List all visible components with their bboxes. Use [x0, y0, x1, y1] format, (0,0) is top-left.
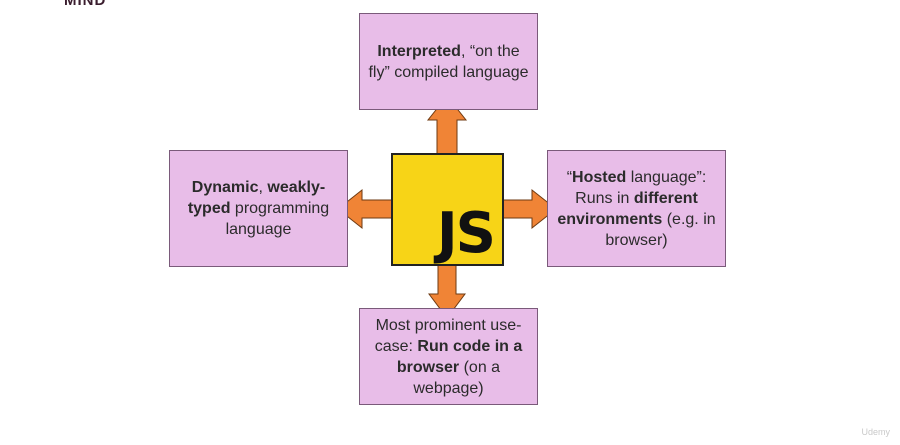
text-run: Dynamic: [191, 179, 259, 196]
js-logo-text: JS: [436, 201, 496, 266]
diagram-canvas: MIND Interpreted, “on the fly” compiled …: [0, 0, 900, 445]
box-dynamic-typing: Dynamic, weakly-typed programming langua…: [169, 150, 348, 267]
text-run: Hosted: [572, 168, 627, 186]
box-interpreted-text: Interpreted, “on the fly” compiled langu…: [366, 41, 531, 83]
text-run: programming language: [225, 200, 330, 238]
box-dynamic-typing-text: Dynamic, weakly-typed programming langua…: [176, 177, 341, 240]
watermark: Udemy: [861, 427, 890, 437]
box-use-case: Most prominent use-case: Run code in a b…: [359, 308, 538, 405]
js-logo: JS: [391, 153, 504, 266]
box-use-case-text: Most prominent use-case: Run code in a b…: [366, 315, 531, 399]
box-interpreted: Interpreted, “on the fly” compiled langu…: [359, 13, 538, 110]
text-run: Interpreted: [377, 42, 461, 60]
box-hosted-language-text: “Hosted language”: Runs in different env…: [554, 167, 719, 251]
box-hosted-language: “Hosted language”: Runs in different env…: [547, 150, 726, 267]
